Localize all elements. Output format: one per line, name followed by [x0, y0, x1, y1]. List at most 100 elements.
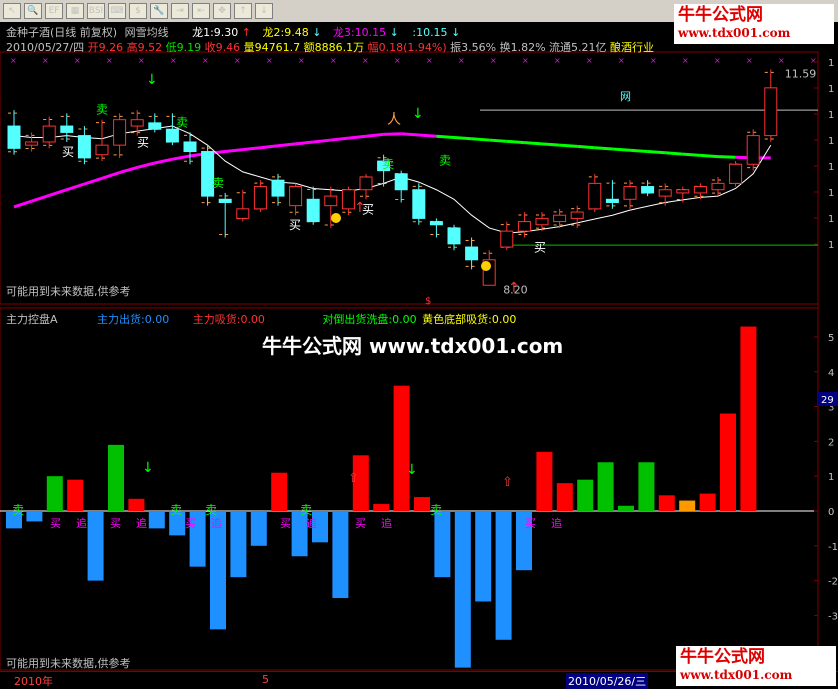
top-dot-mark: × — [266, 56, 273, 65]
indicator-bar — [720, 413, 736, 511]
lower-buy-label: 买 — [185, 517, 196, 530]
l2-value: 龙2:9.48 — [262, 26, 309, 39]
price-tick-label: 1 — [828, 162, 834, 173]
ma-long-segment — [348, 134, 367, 140]
quote-low: 低9.19 — [165, 41, 202, 54]
crosshair-icon[interactable]: ✥ — [213, 3, 231, 19]
money-bag-icon — [481, 261, 491, 271]
top-dot-mark: × — [106, 56, 113, 65]
up-arrow-icon: ↑ — [241, 26, 252, 39]
indicator-bar — [148, 511, 165, 529]
candle-body — [746, 135, 760, 165]
indicator-bar — [271, 472, 288, 511]
l3-value: 龙3:10.15 — [332, 26, 387, 39]
warning-lower: 可能用到未来数据,供参考 — [6, 657, 131, 670]
ma-long-segment — [401, 132, 419, 137]
top-dot-mark: × — [714, 56, 721, 65]
buy-signal-label: 买 — [534, 241, 546, 255]
dollar-icon[interactable]: $ — [129, 3, 147, 19]
y-tick-label: -3 — [828, 611, 838, 622]
logo-brand-text: 牛牛公式网 — [678, 5, 763, 25]
lower-panel-header: 主力控盘A 主力出货:0.00 主力吸货:0.00 对倒出货洗盘:0.00 黄色… — [6, 311, 516, 327]
candle-body — [25, 141, 39, 146]
quote-high: 高9.52 — [126, 41, 163, 54]
indicator-bar — [495, 511, 512, 640]
top-dot-mark: × — [42, 56, 49, 65]
top-dot-mark: × — [458, 56, 465, 65]
price-tick-label: 1 — [828, 110, 834, 121]
ma-short-line — [13, 125, 772, 234]
logo-brand-text: 牛牛公式网 — [680, 647, 765, 667]
candle-body — [412, 189, 426, 219]
upper-panel-frame — [0, 51, 819, 305]
indicator-bar — [740, 326, 757, 511]
export-icon[interactable]: ⇤ — [192, 3, 210, 19]
import-icon[interactable]: ⇥ — [171, 3, 189, 19]
chart-icon[interactable]: ▦ — [66, 3, 84, 19]
ma-long-segment — [48, 188, 68, 197]
candle-body — [183, 141, 197, 153]
top-dot-mark: × — [490, 56, 497, 65]
indicator-bar — [434, 511, 451, 578]
tools-icon[interactable]: 🔧 — [150, 3, 168, 19]
indicator-icon[interactable]: EF — [45, 3, 63, 19]
quote-amount: 额8886.1万 — [303, 41, 365, 54]
y-tick-label: 5 — [828, 333, 834, 344]
indicator-bar — [597, 462, 614, 511]
zoom-icon[interactable]: 🔍 — [24, 3, 42, 19]
candle-body — [218, 198, 232, 203]
ma-long-segment — [83, 176, 103, 186]
buy-signal-label: 买 — [137, 135, 149, 149]
candle-body — [676, 189, 690, 194]
brand-logo-top: 牛牛公式网 www.tdx001.com — [674, 4, 834, 44]
down-arrow-icon[interactable]: ↓ — [255, 3, 273, 19]
down-arrow-icon: ↓ — [389, 26, 399, 39]
candle-body — [711, 182, 725, 191]
runner-icon: 人 — [387, 112, 401, 128]
indicator-bar — [250, 511, 267, 546]
quote-amplitude: 振3.56% — [450, 41, 497, 54]
indicator-bar — [475, 511, 492, 602]
down-arrow-icon: ↓ — [451, 26, 461, 39]
price-tick-label: 1 — [828, 214, 834, 225]
candle-body — [77, 135, 91, 159]
top-dot-mark: × — [522, 56, 529, 65]
candle-body — [623, 186, 637, 200]
x-axis-year-label: 2010年 — [14, 675, 53, 688]
candle-body — [289, 186, 303, 207]
ma-long-segment — [313, 138, 331, 144]
stock-name: 金种子酒(日线 前复权) — [6, 26, 118, 39]
lower-chase-label: 追 — [76, 516, 87, 530]
lower-chase-label: 追 — [381, 516, 392, 530]
top-dot-mark: × — [810, 56, 817, 65]
indicator-bar — [658, 495, 675, 511]
candle-body — [324, 195, 338, 207]
bsi-icon[interactable]: BSI — [87, 3, 105, 19]
select-icon[interactable]: ↖ — [3, 3, 21, 19]
candle-body — [429, 221, 443, 226]
quote-volume: 量94761.7 — [243, 41, 301, 54]
price-tick-label: 1 — [828, 84, 834, 95]
ma-long-segment — [594, 146, 613, 151]
candle-body — [60, 125, 74, 133]
shortcut-icon[interactable]: ⌨ — [108, 3, 126, 19]
indicator-bar — [618, 505, 634, 511]
high-price-label: 11.59 — [785, 67, 817, 80]
quote-date: 2010/05/27/四 — [6, 41, 85, 54]
candle-body — [42, 125, 56, 143]
lower-buy-label: 买 — [280, 517, 291, 530]
top-dot-mark: × — [586, 56, 593, 65]
lower-buy-label: 买 — [50, 517, 61, 530]
money-bag-icon — [331, 213, 341, 223]
up-arrow-icon[interactable]: ↑ — [234, 3, 252, 19]
l4-value: :10.15 — [412, 26, 448, 39]
lower-up-arrow-icon: ⇧ — [502, 475, 513, 490]
top-dot-mark: × — [138, 56, 145, 65]
top-dot-mark: × — [426, 56, 433, 65]
ma-long-segment — [524, 141, 543, 146]
candle-body — [553, 214, 567, 223]
ma-long-segment — [436, 134, 455, 140]
sell-signal-label: 卖 — [176, 115, 188, 129]
candle-body — [253, 186, 267, 210]
signal-arrow-icon: ↓ — [146, 72, 158, 88]
